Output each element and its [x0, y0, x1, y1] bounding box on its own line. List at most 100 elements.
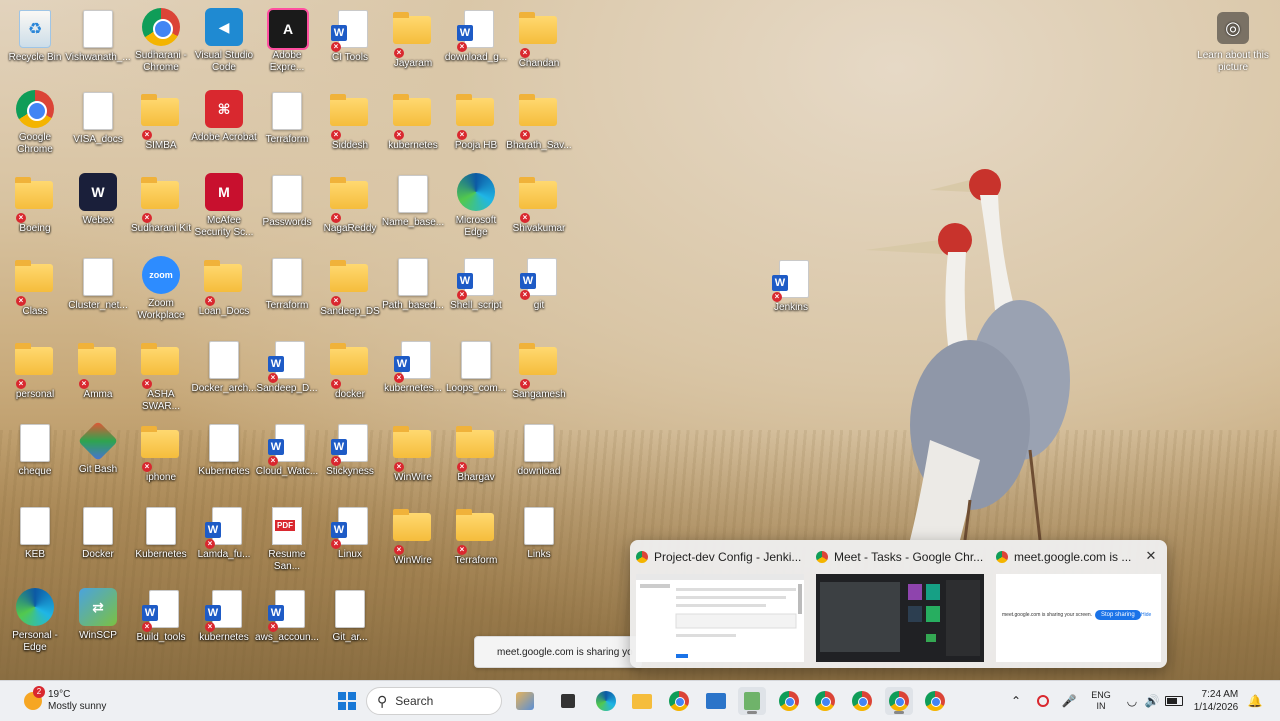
- desktop-icon[interactable]: × Boeing: [2, 173, 68, 235]
- desktop-icon[interactable]: × Chandan: [506, 8, 572, 70]
- desktop-icon[interactable]: × Terraform: [443, 505, 509, 567]
- desktop-icon[interactable]: × ASHA SWAR...: [128, 339, 194, 413]
- learn-about-picture[interactable]: ◎ Learn about this picture: [1196, 12, 1270, 74]
- desktop-icon[interactable]: Personal - Edge: [2, 588, 68, 654]
- hide-link[interactable]: Hide: [1141, 612, 1151, 618]
- desktop-icon[interactable]: Terraform: [254, 256, 320, 312]
- desktop-icon[interactable]: × SIMBA: [128, 90, 194, 152]
- desktop-icon[interactable]: ×kubernetes: [191, 588, 257, 644]
- desktop-icon[interactable]: ♻ Recycle Bin: [2, 8, 68, 64]
- desktop-icon[interactable]: Vishwanath_...: [65, 8, 131, 64]
- thumbnail-meet-tasks[interactable]: Meet - Tasks - Google Chr...: [810, 540, 990, 668]
- desktop-icon[interactable]: Microsoft Edge: [443, 173, 509, 239]
- desktop-icon[interactable]: ×Jenkins: [758, 258, 824, 314]
- thumbnail-jenkins[interactable]: Project-dev Config - Jenki...: [630, 540, 810, 668]
- taskbar-file-explorer[interactable]: [628, 687, 656, 715]
- desktop-icon[interactable]: KEB: [2, 505, 68, 561]
- close-icon[interactable]: ✕: [1143, 548, 1159, 564]
- desktop-icon[interactable]: Terraform: [254, 90, 320, 146]
- thumbnail-meet-sharing[interactable]: meet.google.com is ... ✕ meet.google.com…: [990, 540, 1167, 668]
- desktop-icon[interactable]: × iphone: [128, 422, 194, 484]
- desktop-icon[interactable]: ×Linux: [317, 505, 383, 561]
- desktop-icon[interactable]: ×Lamda_fu...: [191, 505, 257, 561]
- desktop-icon[interactable]: VISA_docs: [65, 90, 131, 146]
- desktop-icon[interactable]: × Sangamesh: [506, 339, 572, 401]
- desktop-icon[interactable]: A Adobe Expre...: [254, 8, 320, 74]
- desktop-icon[interactable]: ×Shell_script: [443, 256, 509, 312]
- taskbar-notepad[interactable]: [738, 687, 766, 715]
- desktop-icon[interactable]: Sudharani - Chrome: [128, 8, 194, 74]
- desktop-icon[interactable]: × Loan_Docs: [191, 256, 257, 318]
- desktop-icon[interactable]: ×Cloud_Watc...: [254, 422, 320, 478]
- desktop-icon[interactable]: Path_based...: [380, 256, 446, 312]
- desktop-icon[interactable]: × Sudharani Kit: [128, 173, 194, 235]
- meet-tray-icon[interactable]: [1034, 687, 1052, 715]
- desktop-icon[interactable]: ×CI Tools: [317, 8, 383, 64]
- desktop-icon[interactable]: Docker: [65, 505, 131, 561]
- desktop-icon[interactable]: M McAfee Security Sc...: [191, 173, 257, 239]
- desktop-icon[interactable]: × Pooja HB: [443, 90, 509, 152]
- desktop-icon[interactable]: × Shivakumar: [506, 173, 572, 235]
- battery-icon[interactable]: [1164, 687, 1184, 715]
- desktop-icon[interactable]: ◀ Visual Studio Code: [191, 8, 257, 74]
- desktop-icon[interactable]: Kubernetes: [128, 505, 194, 561]
- start-button[interactable]: [333, 687, 361, 715]
- desktop-icon[interactable]: × docker: [317, 339, 383, 401]
- desktop-icon[interactable]: Google Chrome: [2, 90, 68, 156]
- volume-icon[interactable]: 🔊: [1143, 687, 1161, 715]
- taskbar-chrome-profile-2[interactable]: [811, 687, 839, 715]
- notification-bell-icon[interactable]: 🔔: [1246, 687, 1264, 715]
- desktop-icon[interactable]: Loops_com...: [443, 339, 509, 395]
- desktop-icon[interactable]: ×Stickyness: [317, 422, 383, 478]
- desktop-icon[interactable]: Resume San...: [254, 505, 320, 573]
- taskbar-chrome-profile-1[interactable]: [775, 687, 803, 715]
- taskbar-search[interactable]: ⚲ Search: [366, 687, 502, 715]
- desktop-icon[interactable]: × NagaReddy: [317, 173, 383, 235]
- desktop-icon[interactable]: Git_ar...: [317, 588, 383, 644]
- desktop-icon[interactable]: × WinWire: [380, 422, 446, 484]
- desktop-icon[interactable]: × Bhargav: [443, 422, 509, 484]
- desktop-icon[interactable]: Docker_arch...: [191, 339, 257, 395]
- desktop-icon[interactable]: ×kubernetes: [380, 90, 446, 152]
- desktop-icon[interactable]: × Class: [2, 256, 68, 318]
- weather-widget[interactable]: 2 19°C Mostly sunny: [24, 685, 106, 717]
- desktop-icon[interactable]: download: [506, 422, 572, 478]
- taskbar-chrome-profile-3[interactable]: [848, 687, 876, 715]
- desktop-icon[interactable]: W Webex: [65, 173, 131, 227]
- desktop-icon[interactable]: Name_base...: [380, 173, 446, 229]
- microphone-icon[interactable]: 🎤: [1060, 687, 1078, 715]
- taskbar-widget-app[interactable]: [511, 687, 539, 715]
- desktop-icon[interactable]: × Bharath_Sav...: [506, 90, 572, 152]
- desktop-icon[interactable]: ×kubernetes...: [380, 339, 446, 395]
- desktop-icon[interactable]: Cluster_net...: [65, 256, 131, 312]
- stop-sharing-button[interactable]: Stop sharing: [1095, 610, 1141, 620]
- desktop-icon[interactable]: × personal: [2, 339, 68, 401]
- taskbar-chrome[interactable]: [665, 687, 693, 715]
- taskbar-edge[interactable]: [592, 687, 620, 715]
- desktop-icon[interactable]: × Amma: [65, 339, 131, 401]
- wifi-icon[interactable]: ◡: [1123, 687, 1141, 715]
- desktop-icon[interactable]: Passwords: [254, 173, 320, 229]
- desktop-icon[interactable]: × Jayaram: [380, 8, 446, 70]
- desktop-icon[interactable]: zoom Zoom Workplace: [128, 256, 194, 322]
- show-hidden-icons-chevron-up-icon[interactable]: ⌃: [1008, 687, 1024, 715]
- desktop-icon[interactable]: ×aws_accoun...: [254, 588, 320, 644]
- desktop-icon[interactable]: ⌘ Adobe Acrobat: [191, 90, 257, 144]
- desktop-icon[interactable]: Git Bash: [65, 420, 131, 476]
- desktop-icon[interactable]: ×git: [506, 256, 572, 312]
- screen-sharing-notification[interactable]: meet.google.com is sharing yo: [474, 636, 642, 668]
- taskbar-chrome-profile-4[interactable]: [885, 687, 913, 715]
- desktop-icon[interactable]: Links: [506, 505, 572, 561]
- desktop-icon[interactable]: ⇄ WinSCP: [65, 588, 131, 642]
- desktop-icon[interactable]: ×download_g...: [443, 8, 509, 64]
- taskbar-chrome-profile-5[interactable]: [921, 687, 949, 715]
- desktop-icon[interactable]: ×Build_tools: [128, 588, 194, 644]
- clock[interactable]: 7:24 AM 1/14/2026: [1190, 687, 1242, 715]
- desktop-icon[interactable]: cheque: [2, 422, 68, 478]
- desktop-icon[interactable]: × WinWire: [380, 505, 446, 567]
- desktop-icon[interactable]: × Siddesh: [317, 90, 383, 152]
- desktop-icon[interactable]: ×Sandeep_D...: [254, 339, 320, 395]
- desktop-icon[interactable]: Kubernetes: [191, 422, 257, 478]
- language-indicator[interactable]: ENG IN: [1086, 687, 1116, 715]
- taskbar-task-view[interactable]: [554, 687, 582, 715]
